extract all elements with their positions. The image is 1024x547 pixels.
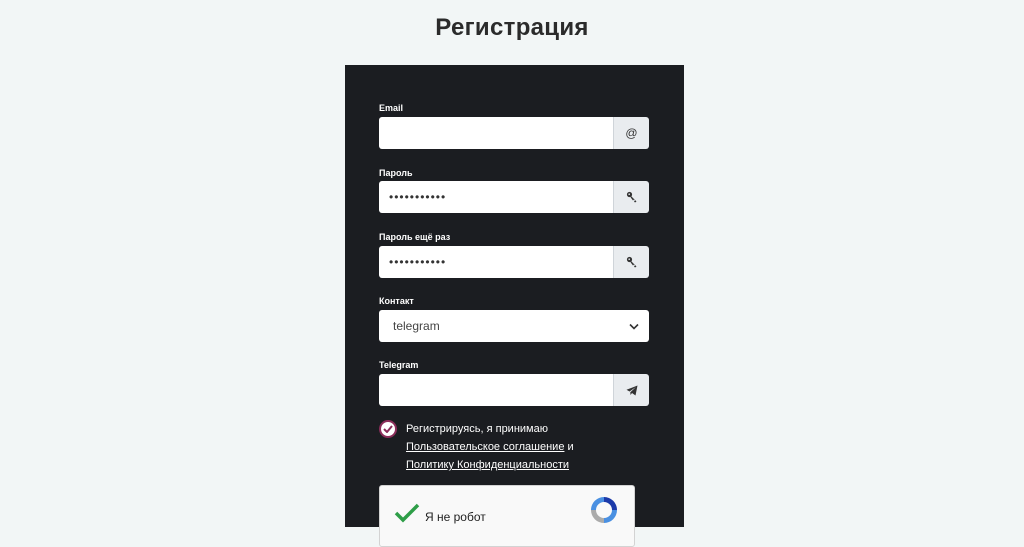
agreement-text: Регистрируясь, я принимаю Пользовательск… (406, 420, 574, 474)
telegram-field[interactable] (379, 374, 613, 406)
contact-label: Контакт (379, 296, 414, 306)
password-field[interactable]: ••••••••••• (379, 181, 613, 213)
contact-select[interactable]: telegram (379, 310, 649, 342)
registration-form: Email @ Пароль ••••••••••• Пароль ещё ра… (345, 65, 684, 547)
check-icon (383, 425, 393, 433)
agreement-prefix: Регистрируясь, я принимаю (406, 423, 548, 435)
email-input-group: @ (379, 117, 649, 149)
key-icon (613, 181, 649, 213)
password-repeat-label: Пароль ещё раз (379, 232, 451, 242)
key-icon (613, 246, 649, 278)
telegram-input-group (379, 374, 649, 406)
email-label: Email (379, 103, 404, 113)
privacy-link[interactable]: Политику Конфиденциальности (406, 459, 569, 471)
password-repeat-field[interactable]: ••••••••••• (379, 246, 613, 278)
captcha-checkbox[interactable] (394, 502, 420, 529)
agreement-checkbox[interactable] (379, 420, 397, 438)
chevron-down-icon (629, 319, 639, 333)
paper-plane-icon (613, 374, 649, 406)
agreement-connector: и (567, 441, 574, 453)
telegram-label: Telegram (379, 360, 419, 370)
at-icon: @ (613, 117, 649, 149)
recaptcha-logo-icon (588, 494, 620, 531)
check-icon (394, 503, 420, 523)
password-input-group: ••••••••••• (379, 181, 649, 213)
email-field[interactable] (379, 117, 613, 149)
captcha-label: Я не робот (425, 510, 486, 524)
password-label: Пароль (379, 168, 413, 178)
terms-link[interactable]: Пользовательское соглашение (406, 441, 564, 453)
contact-select-value: telegram (393, 319, 440, 333)
page-title: Регистрация (435, 14, 589, 41)
password-repeat-input-group: ••••••••••• (379, 246, 649, 278)
recaptcha-widget: Я не робот (379, 485, 635, 547)
agreement-row: Регистрируясь, я принимаю Пользовательск… (379, 420, 649, 474)
